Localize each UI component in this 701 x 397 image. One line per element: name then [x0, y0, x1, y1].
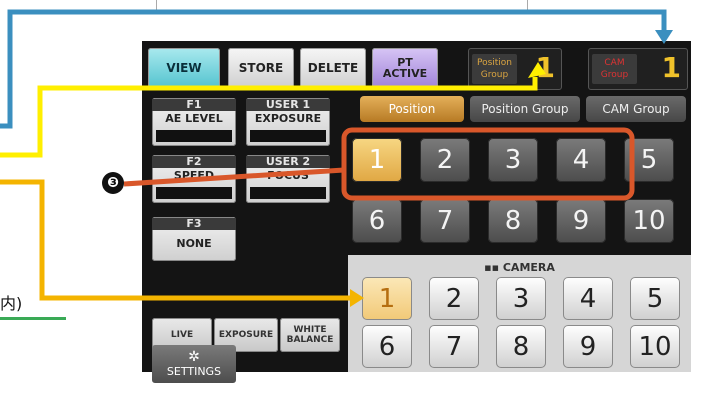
- gold-arrow-line: [0, 179, 350, 301]
- gold-arrowhead: [350, 289, 364, 307]
- yellow-arrow-line: [0, 77, 538, 158]
- yellow-arrowhead: [528, 62, 546, 78]
- annotation-badge: ❸: [102, 172, 124, 194]
- highlight-box: [341, 127, 635, 201]
- green-underline: [0, 317, 66, 320]
- blue-arrowhead: [655, 30, 673, 44]
- blue-arrow-line: [0, 9, 667, 129]
- annotation-overlay: [0, 9, 673, 307]
- highlight-pointer: [123, 167, 345, 187]
- partial-caption: 内): [0, 294, 23, 313]
